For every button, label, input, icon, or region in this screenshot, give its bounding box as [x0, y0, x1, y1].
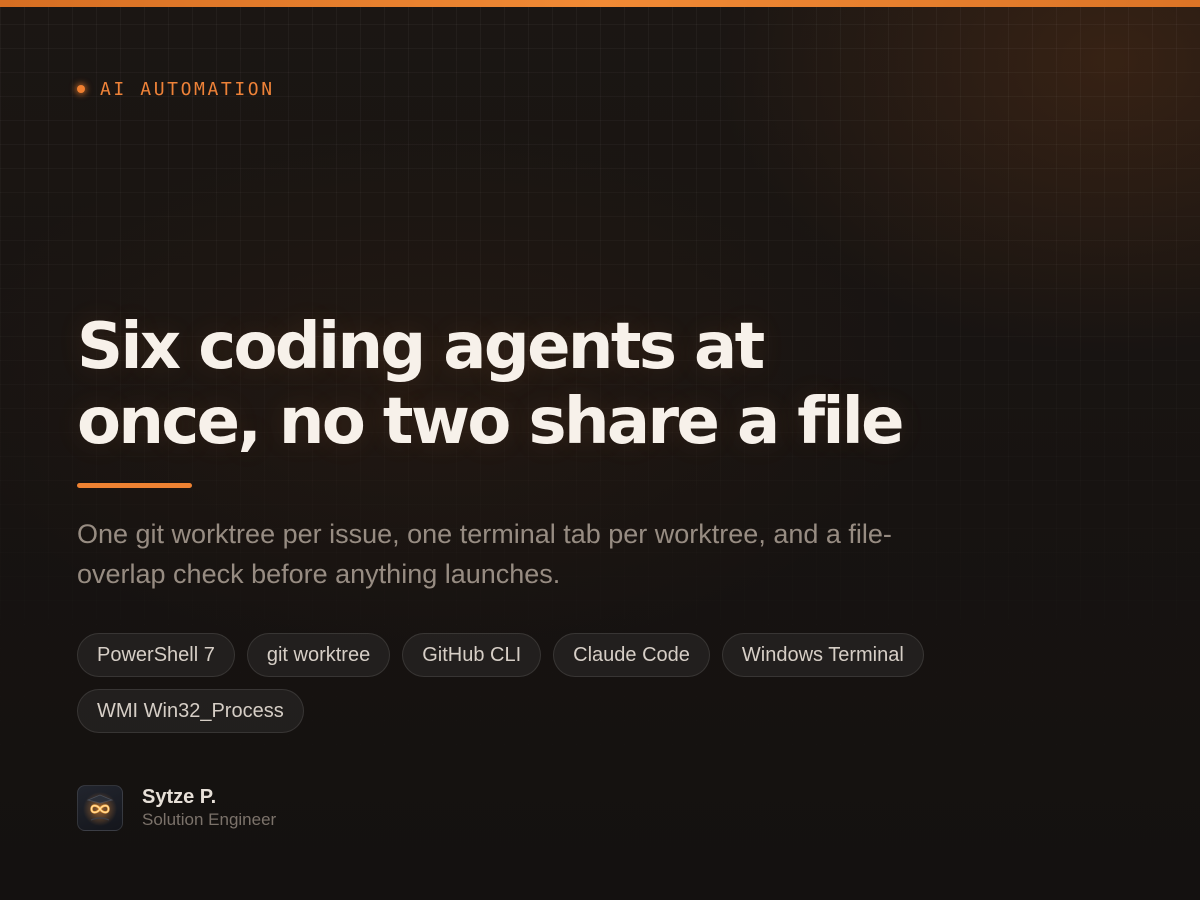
tag-git-worktree: git worktree	[246, 633, 391, 677]
eyebrow-label: AI AUTOMATION	[100, 78, 275, 100]
orange-dot-icon	[77, 85, 85, 93]
avatar	[77, 785, 123, 831]
subtitle: One git worktree per issue, one terminal…	[77, 519, 892, 589]
author-role: Solution Engineer	[142, 810, 277, 829]
top-accent-bar	[0, 0, 1200, 7]
tag-github-cli: GitHub CLI	[402, 633, 542, 677]
tag-wmi-win32-process: WMI Win32_Process	[77, 689, 304, 733]
eyebrow: AI AUTOMATION	[77, 77, 275, 101]
tag-list: PowerShell 7 git worktree GitHub CLI Cla…	[77, 633, 1037, 733]
page-title: Six coding agents at once, no two share …	[77, 310, 1077, 460]
tag-claude-code: Claude Code	[553, 633, 710, 677]
title-line-2: once, no two share a file	[77, 385, 905, 459]
tag-windows-terminal: Windows Terminal	[721, 633, 924, 677]
author-name: Sytze P.	[142, 786, 217, 808]
title-underline	[77, 483, 192, 488]
hero-card: AI AUTOMATION Six coding agents at once,…	[0, 0, 1200, 900]
tag-powershell: PowerShell 7	[77, 633, 235, 677]
author-block: Sytze P. Solution Engineer	[77, 785, 276, 831]
author-text: Sytze P. Solution Engineer	[142, 785, 276, 831]
title-line-1: Six coding agents at	[77, 310, 765, 384]
infinity-logo-icon	[83, 792, 117, 826]
